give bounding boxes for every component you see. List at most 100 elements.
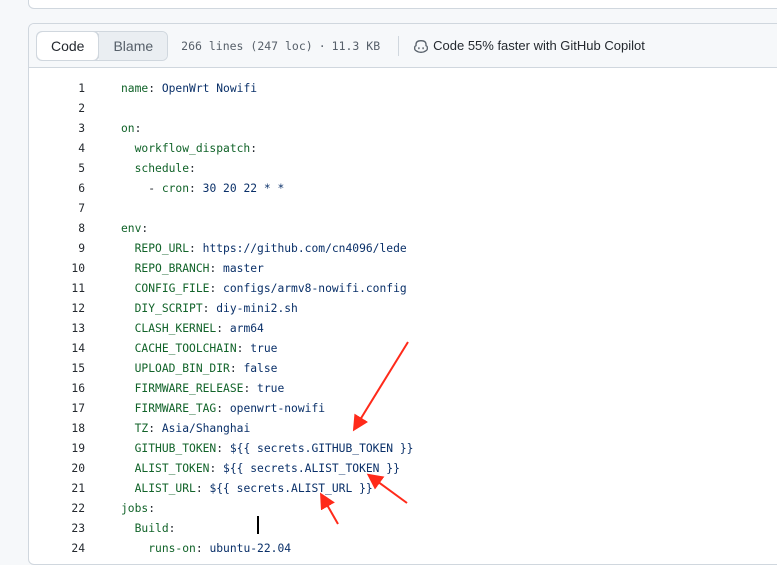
line-code: DIY_SCRIPT: diy-mini2.sh xyxy=(121,302,298,315)
code-line: 2 xyxy=(29,98,777,118)
line-number[interactable]: 6 xyxy=(29,182,121,195)
yaml-separator: : xyxy=(202,301,217,315)
code-line: 12 DIY_SCRIPT: diy-mini2.sh xyxy=(29,298,777,318)
code-line: 22 jobs: xyxy=(29,498,777,518)
code-line: 10 REPO_BRANCH: master xyxy=(29,258,777,278)
line-number[interactable]: 12 xyxy=(29,302,121,315)
line-number[interactable]: 2 xyxy=(29,102,121,115)
yaml-key: on xyxy=(121,121,135,135)
code-line: 9 REPO_URL: https://github.com/cn4096/le… xyxy=(29,238,777,258)
line-number[interactable]: 8 xyxy=(29,222,121,235)
code-line: 7 xyxy=(29,198,777,218)
line-number[interactable]: 10 xyxy=(29,262,121,275)
line-number[interactable]: 22 xyxy=(29,502,121,515)
code-line: 4 workflow_dispatch: xyxy=(29,138,777,158)
line-code: CONFIG_FILE: configs/armv8-nowifi.config xyxy=(121,282,407,295)
code-button[interactable]: Code xyxy=(37,31,100,60)
lines-info: 266 lines (247 loc) xyxy=(181,38,313,53)
line-number[interactable]: 11 xyxy=(29,282,121,295)
line-number[interactable]: 7 xyxy=(29,202,121,215)
yaml-key: CLASH_KERNEL xyxy=(134,321,217,335)
yaml-key: Build xyxy=(134,521,169,535)
code-line: 5 schedule: xyxy=(29,158,777,178)
copilot-label: Code 55% faster with GitHub Copilot xyxy=(433,38,645,53)
view-mode-toggle: Code Blame xyxy=(36,30,169,61)
line-number[interactable]: 17 xyxy=(29,402,121,415)
line-number[interactable]: 1 xyxy=(29,82,121,95)
line-code: Build: xyxy=(121,521,176,535)
code-line: 23 Build: xyxy=(29,518,777,538)
yaml-separator: : xyxy=(209,461,224,475)
yaml-separator: : xyxy=(141,221,149,235)
line-number[interactable]: 5 xyxy=(29,162,121,175)
line-code: UPLOAD_BIN_DIR: false xyxy=(121,361,278,375)
line-number[interactable]: 15 xyxy=(29,362,121,375)
yaml-value: https://github.com/cn4096/lede xyxy=(202,241,407,255)
yaml-separator: : xyxy=(236,341,251,355)
yaml-value: ${{ secrets.ALIST_URL }} xyxy=(209,481,373,495)
line-number[interactable]: 4 xyxy=(29,142,121,155)
line-code: FIRMWARE_RELEASE: true xyxy=(121,381,285,395)
line-code: CACHE_TOOLCHAIN: true xyxy=(121,341,278,355)
line-code: workflow_dispatch: xyxy=(121,142,257,155)
yaml-key: FIRMWARE_TAG xyxy=(134,401,217,415)
indent: - xyxy=(121,181,162,195)
code-line: 6 - cron: 30 20 22 * * xyxy=(29,178,777,198)
code-line: 3 on: xyxy=(29,118,777,138)
yaml-separator: : xyxy=(134,121,142,135)
code-line: 24 runs-on: ubuntu-22.04 xyxy=(29,538,777,558)
line-number[interactable]: 24 xyxy=(29,542,121,555)
yaml-value: ${{ secrets.ALIST_TOKEN }} xyxy=(223,461,400,475)
line-code: jobs: xyxy=(121,502,155,515)
line-number[interactable]: 18 xyxy=(29,422,121,435)
meta-separator: · xyxy=(318,38,326,53)
yaml-key: FIRMWARE_RELEASE xyxy=(134,381,244,395)
line-code: schedule: xyxy=(121,162,196,175)
file-size: 11.3 KB xyxy=(331,38,381,53)
yaml-value: OpenWrt Nowifi xyxy=(161,81,258,95)
yaml-value: arm64 xyxy=(229,321,264,335)
yaml-separator: : xyxy=(148,81,162,95)
yaml-value: configs/armv8-nowifi.config xyxy=(223,281,407,295)
line-code: ALIST_URL: ${{ secrets.ALIST_URL }} xyxy=(121,482,373,495)
line-number[interactable]: 19 xyxy=(29,442,121,455)
line-number[interactable]: 16 xyxy=(29,382,121,395)
text-cursor xyxy=(257,516,259,534)
file-viewer: Code Blame 266 lines (247 loc) · 11.3 KB C… xyxy=(28,23,777,565)
code-line: 19 GITHUB_TOKEN: ${{ secrets.GITHUB_TOKE… xyxy=(29,438,777,458)
yaml-key: env xyxy=(121,221,142,235)
line-number[interactable]: 14 xyxy=(29,342,121,355)
yaml-separator: : xyxy=(216,401,230,415)
line-number[interactable]: 3 xyxy=(29,122,121,135)
line-number[interactable]: 21 xyxy=(29,482,121,495)
copilot-promo-link[interactable]: Code 55% faster with GitHub Copilot xyxy=(413,38,645,54)
yaml-key: name xyxy=(121,81,149,95)
line-number[interactable]: 13 xyxy=(29,322,121,335)
yaml-value: openwrt-nowifi xyxy=(229,401,326,415)
yaml-key: UPLOAD_BIN_DIR xyxy=(134,361,230,375)
yaml-key: CACHE_TOOLCHAIN xyxy=(134,341,237,355)
blame-button[interactable]: Blame xyxy=(99,31,168,60)
yaml-separator: : xyxy=(243,381,258,395)
copilot-icon xyxy=(414,39,429,53)
line-code: - cron: 30 20 22 * * xyxy=(121,182,284,195)
line-number[interactable]: 20 xyxy=(29,462,121,475)
line-number[interactable]: 23 xyxy=(29,522,121,535)
yaml-key: workflow_dispatch xyxy=(134,141,251,155)
yaml-key: cron xyxy=(161,181,190,195)
line-number[interactable]: 9 xyxy=(29,242,121,255)
code-line: 14 CACHE_TOOLCHAIN: true xyxy=(29,338,777,358)
code-line: 1 name: OpenWrt Nowifi xyxy=(29,78,777,98)
file-meta: 266 lines (247 loc) · 11.3 KB xyxy=(181,39,380,53)
yaml-separator: : xyxy=(189,241,203,255)
yaml-separator: : xyxy=(250,141,258,155)
